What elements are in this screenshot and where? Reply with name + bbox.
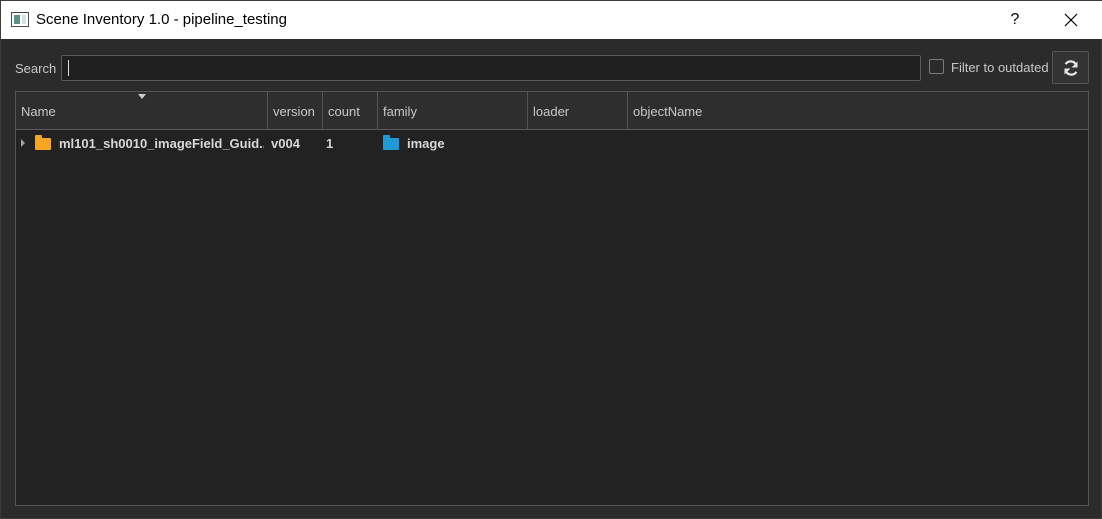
- expand-arrow-icon[interactable]: [21, 139, 25, 147]
- column-header-name[interactable]: Name: [16, 92, 268, 130]
- table-header: Name version count family loader objectN…: [16, 92, 1088, 130]
- column-header-version[interactable]: version: [268, 92, 323, 130]
- sort-arrow-icon: [138, 94, 146, 99]
- row-count: 1: [326, 136, 334, 151]
- folder-icon: [35, 135, 51, 150]
- search-label: Search: [15, 61, 57, 76]
- inventory-tree[interactable]: Name version count family loader objectN…: [15, 91, 1089, 506]
- refresh-button[interactable]: [1052, 51, 1089, 84]
- column-header-objectname[interactable]: objectName: [628, 92, 1088, 130]
- scene-inventory-window: Scene Inventory 1.0 - pipeline_testing ?…: [0, 0, 1102, 519]
- family-folder-icon: [383, 135, 399, 150]
- column-header-count[interactable]: count: [323, 92, 378, 130]
- refresh-icon: [1063, 59, 1078, 76]
- filter-outdated-label[interactable]: Filter to outdated: [951, 60, 1049, 75]
- row-name: ml101_sh0010_imageField_Guid...: [59, 136, 264, 151]
- close-icon: [1064, 13, 1078, 27]
- help-button[interactable]: ?: [992, 1, 1038, 39]
- text-caret: [68, 60, 69, 76]
- app-icon: [11, 12, 29, 27]
- close-button[interactable]: [1048, 1, 1094, 39]
- column-header-loader[interactable]: loader: [528, 92, 628, 130]
- row-family: image: [407, 136, 445, 151]
- column-header-family[interactable]: family: [378, 92, 528, 130]
- row-version: v004: [271, 136, 300, 151]
- table-row[interactable]: ml101_sh0010_imageField_Guid... v004 1 i…: [16, 131, 1088, 155]
- window-title: Scene Inventory 1.0 - pipeline_testing: [36, 11, 287, 28]
- title-bar[interactable]: Scene Inventory 1.0 - pipeline_testing ?: [1, 1, 1102, 39]
- column-header-label: Name: [21, 104, 56, 119]
- search-input[interactable]: [61, 55, 921, 81]
- filter-outdated-checkbox[interactable]: [929, 59, 944, 74]
